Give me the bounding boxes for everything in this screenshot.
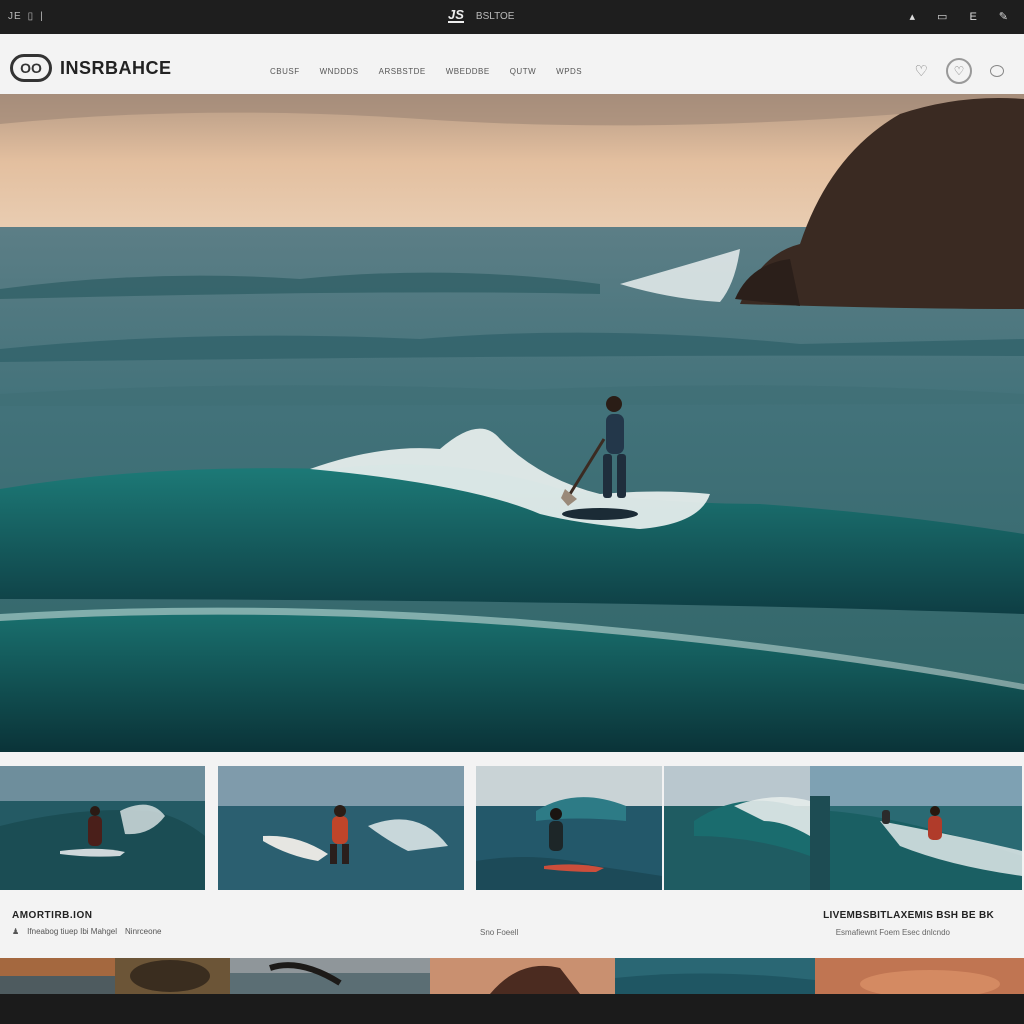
- top-center-group: JS BSLTOE: [448, 8, 515, 23]
- thumb-svg-5: [810, 766, 1022, 890]
- nav-item-3[interactable]: ARSBSTDE: [379, 67, 426, 76]
- nav-item-2[interactable]: WNDDDS: [320, 67, 359, 76]
- filmstrip: [0, 958, 1024, 994]
- filmstrip-svg: [0, 958, 1024, 994]
- brand-logo: OO: [10, 54, 52, 82]
- caption-left-title[interactable]: AMORTIRB.ION: [12, 910, 92, 921]
- top-right-icons: ▴ ▭ E ✎: [910, 10, 1009, 24]
- cursor-icon[interactable]: ▴: [910, 10, 916, 23]
- nav-item-4[interactable]: WBEDDBE: [446, 67, 490, 76]
- caption-left-meta: ♟ Ifneabog tiuep Ibi Mahgel Ninrceone: [12, 927, 161, 936]
- main-nav: CBUSF WNDDDS ARSBSTDE WBEDDBE QUTW WPDS: [270, 67, 582, 76]
- thumbnail-2[interactable]: [218, 766, 464, 890]
- thumbnail-4[interactable]: [664, 766, 810, 890]
- top-center-text: BSLTOE: [475, 10, 515, 22]
- heart-icon[interactable]: ♡: [915, 62, 928, 80]
- top-left-text: JE: [8, 11, 22, 22]
- thumb-svg-2: [218, 766, 464, 890]
- hero-surf-illustration: [0, 94, 1024, 752]
- caption-row: AMORTIRB.ION ♟ Ifneabog tiuep Ibi Mahgel…: [0, 892, 1024, 958]
- bar-icon[interactable]: |: [40, 11, 44, 22]
- caption-right-title[interactable]: LIVEMBSBITLAXEMIS BSH BE BK: [823, 910, 994, 921]
- caption-right-sub: Esmafiewnt Foem Esec dnlcndo: [835, 928, 950, 937]
- top-system-bar: JE ▯ | JS BSLTOE ▴ ▭ E ✎: [0, 0, 1024, 34]
- thumb-svg-3: [476, 766, 662, 890]
- top-left-group: JE ▯ |: [8, 11, 44, 22]
- hero-image: [0, 94, 1024, 752]
- thumb-svg-4: [664, 766, 810, 890]
- caption-meta-1: Ifneabog tiuep Ibi Mahgel: [27, 927, 118, 936]
- compose-icon[interactable]: ✎: [999, 10, 1008, 23]
- nav-item-1[interactable]: CBUSF: [270, 67, 300, 76]
- nav-item-5[interactable]: QUTW: [510, 67, 536, 76]
- thumb-svg-1: [0, 766, 205, 890]
- caption-middle: Sno Foeell: [480, 928, 519, 937]
- badge-icon[interactable]: ♡: [946, 58, 972, 84]
- brand-name: INSRBAHCE: [60, 57, 172, 78]
- top-logo[interactable]: JS: [448, 8, 464, 23]
- thumbnail-5[interactable]: [810, 766, 1022, 890]
- square-icon[interactable]: ▯: [28, 11, 35, 22]
- nav-item-6[interactable]: WPDS: [556, 67, 582, 76]
- site-header: OO INSRBAHCE CBUSF WNDDDS ARSBSTDE WBEDD…: [0, 34, 1024, 94]
- brand[interactable]: OO INSRBAHCE: [10, 54, 172, 82]
- window-icon[interactable]: ▭: [937, 10, 947, 23]
- bottom-bar: [0, 994, 1024, 1024]
- caption-meta-2[interactable]: Ninrceone: [125, 927, 161, 936]
- header-icons: ♡ ♡: [915, 58, 1004, 84]
- thumbnail-1[interactable]: [0, 766, 205, 890]
- menu-e-icon[interactable]: E: [969, 11, 976, 23]
- thumbnail-3[interactable]: [476, 766, 662, 890]
- thumbnail-strip: [0, 752, 1024, 892]
- chat-icon[interactable]: [990, 65, 1004, 77]
- user-icon: ♟: [12, 927, 20, 936]
